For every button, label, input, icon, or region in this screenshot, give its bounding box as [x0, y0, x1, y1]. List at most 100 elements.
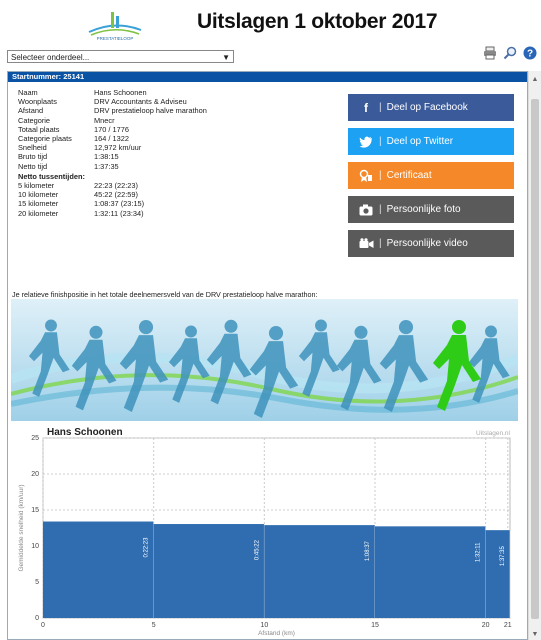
onderdeel-select[interactable]: Selecteer onderdeel... ▼	[7, 50, 234, 63]
certificate-button[interactable]: | Certificaat	[348, 162, 514, 189]
personal-photo-label: Persoonlijke foto	[386, 204, 461, 215]
info-label: Afstand	[18, 106, 44, 116]
scroll-up-icon[interactable]: ▲	[529, 76, 541, 83]
result-panel: Startnummer: 25141 Naam Hans Schoonen Woon…	[7, 71, 528, 640]
info-row: Snelheid 12,972 km/uur	[18, 143, 207, 152]
segment-time-label: 1:37:35	[500, 545, 506, 566]
x-tick-label: 21	[504, 622, 512, 629]
svg-text:?: ?	[527, 49, 533, 60]
share-twitter-button[interactable]: | Deel op Twitter	[348, 128, 514, 155]
y-axis-label: Gemiddelde snelheid (km/uur)	[18, 484, 25, 571]
info-value: DRV Accountants & Adviseu	[94, 97, 187, 107]
segment-time-label: 1:08:37	[365, 540, 371, 561]
info-value: 1:37:35	[94, 161, 119, 171]
info-label: Totaal plaats	[18, 124, 60, 134]
info-value: 45:22 (22:59)	[94, 190, 138, 200]
personal-photo-button[interactable]: | Persoonlijke foto	[348, 196, 514, 223]
personal-video-button[interactable]: | Persoonlijke video	[348, 230, 514, 257]
info-row: 20 kilometer 1:32:11 (23:34)	[18, 209, 207, 218]
speed-segment	[485, 530, 510, 618]
camera-icon	[357, 201, 375, 219]
info-row: Woonplaats DRV Accountants & Adviseu	[18, 97, 207, 106]
panel-heading: Startnummer: 25141	[8, 72, 527, 82]
info-value: 1:32:11 (23:34)	[94, 208, 144, 218]
print-icon[interactable]	[483, 46, 497, 60]
segment-time-label: 0:45:22	[254, 539, 260, 560]
speed-chart: 0:22:23 0:45:22 1:08:37 1:32:11 1:37:35 0 5 10 1…	[11, 424, 518, 637]
info-label: Snelheid	[18, 143, 47, 153]
info-label: Naam	[18, 88, 38, 97]
chart-title: Hans Schoonen	[47, 427, 123, 438]
x-axis-label: Afstand (km)	[258, 630, 295, 637]
info-value: 12,972 km/uur	[94, 143, 142, 153]
info-label: Netto tijd	[18, 161, 48, 171]
y-tick-label: 20	[31, 471, 39, 478]
athlete-info: Naam Hans Schoonen Woonplaats DRV Accountan…	[18, 88, 207, 218]
speed-segment	[153, 524, 265, 618]
certificate-icon	[357, 167, 375, 185]
speed-segment	[374, 526, 486, 618]
help-icon[interactable]: ?	[523, 46, 537, 60]
scrollbar-thumb[interactable]	[531, 99, 539, 619]
info-row: Bruto tijd 1:38:15	[18, 152, 207, 161]
info-value: 22:23 (22:23)	[94, 181, 138, 191]
scroll-down-icon[interactable]: ▼	[529, 631, 541, 638]
facebook-icon: f	[364, 100, 368, 115]
x-tick-label: 10	[260, 622, 268, 629]
info-value: DRV prestatieloop halve marathon	[94, 106, 207, 116]
select-value: Selecteer onderdeel...	[11, 53, 90, 62]
y-tick-label: 10	[31, 543, 39, 550]
x-tick-label: 5	[152, 622, 156, 629]
certificate-label: Certificaat	[386, 170, 432, 181]
info-label: 5 kilometer	[18, 181, 55, 191]
info-label: Categorie	[18, 115, 51, 125]
video-camera-icon	[357, 235, 375, 253]
x-tick-label: 0	[41, 622, 45, 629]
share-twitter-label: Deel op Twitter	[386, 136, 454, 147]
info-row: 15 kilometer 1:08:37 (23:15)	[18, 199, 207, 208]
info-row: Categorie plaats 164 / 1322	[18, 134, 207, 143]
info-row: Afstand DRV prestatieloop halve marathon	[18, 106, 207, 115]
logo: PRESTATIELOOP	[88, 12, 142, 41]
share-facebook-label: Deel op Facebook	[386, 102, 468, 113]
info-row: 10 kilometer 45:22 (22:59)	[18, 190, 207, 199]
info-value: 1:08:37 (23:15)	[94, 199, 145, 209]
finish-position-note: Je relatieve finishpositie in het totale…	[12, 290, 318, 299]
share-facebook-button[interactable]: f | Deel op Facebook	[348, 94, 514, 121]
info-row: Naam Hans Schoonen	[18, 88, 207, 97]
info-value: 170 / 1776	[94, 124, 129, 134]
info-label: 15 kilometer	[18, 199, 59, 209]
speed-segment	[264, 525, 375, 618]
info-label: 20 kilometer	[18, 208, 59, 218]
info-row: Netto tijd 1:37:35	[18, 162, 207, 171]
chart-credit: Uitslagen.nl	[476, 430, 511, 437]
search-icon[interactable]	[503, 46, 517, 60]
y-tick-label: 25	[31, 435, 39, 442]
info-label: 10 kilometer	[18, 190, 59, 200]
x-tick-label: 15	[371, 622, 379, 629]
info-label: Bruto tijd	[18, 152, 48, 162]
page-scrollbar[interactable]: ▲ ▼	[528, 71, 541, 640]
info-row: 5 kilometer 22:23 (22:23)	[18, 181, 207, 190]
runners-banner	[11, 299, 518, 421]
logo-text: PRESTATIELOOP	[97, 36, 134, 41]
speed-segment	[43, 521, 154, 618]
y-tick-label: 0	[35, 615, 39, 622]
info-value: Mnecr	[94, 115, 115, 125]
info-row: Categorie Mnecr	[18, 116, 207, 125]
info-value: Hans Schoonen	[94, 88, 147, 97]
page-title: Uitslagen 1 oktober 2017	[197, 10, 438, 33]
segment-time-label: 1:32:11	[476, 542, 482, 562]
splits-title: Netto tussentijden:	[18, 171, 85, 181]
segment-time-label: 0:22:23	[144, 537, 150, 558]
info-label: Categorie plaats	[18, 134, 72, 144]
chevron-down-icon: ▼	[222, 53, 230, 62]
info-value: 164 / 1322	[94, 134, 129, 144]
info-label: Woonplaats	[18, 97, 57, 107]
x-tick-label: 20	[482, 622, 490, 629]
info-value: 1:38:15	[94, 152, 119, 162]
y-tick-label: 15	[31, 507, 39, 514]
info-row: Totaal plaats 170 / 1776	[18, 125, 207, 134]
twitter-icon	[357, 133, 375, 151]
y-tick-label: 5	[35, 579, 39, 586]
